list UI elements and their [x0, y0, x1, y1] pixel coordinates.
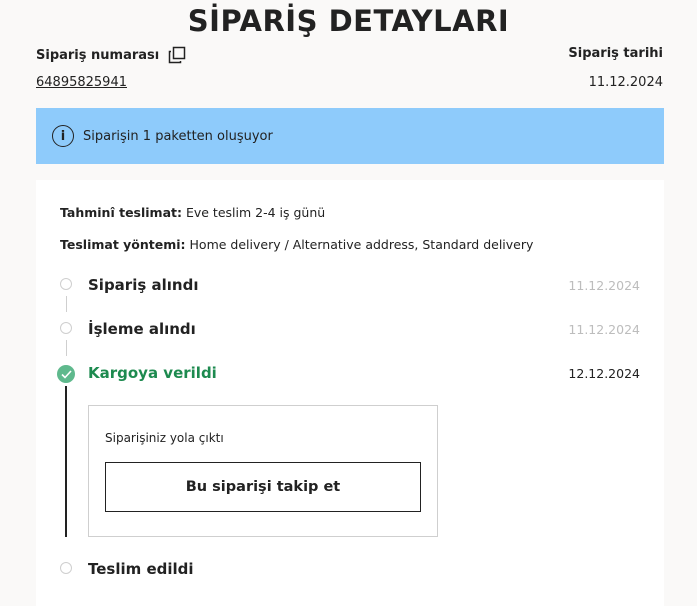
shipment-detail-box: Siparişiniz yola çıktı Bu siparişi takip… [88, 405, 438, 537]
step-connector [65, 340, 67, 356]
order-number-header: Sipariş numarası [36, 46, 186, 64]
step-dot-received [60, 278, 72, 290]
estimated-delivery-value: Eve teslim 2-4 iş günü [182, 205, 326, 220]
page-title: SİPARİŞ DETAYLARI [187, 4, 510, 38]
step-label-shipped: Kargoya verildi [88, 364, 217, 382]
delivery-method-label: Teslimat yöntemi: [60, 237, 186, 252]
step-label-delivered: Teslim edildi [88, 560, 194, 578]
step-connector-active [65, 386, 67, 537]
step-connector [65, 296, 67, 312]
delivery-method: Teslimat yöntemi: Home delivery / Altern… [60, 237, 533, 252]
estimated-delivery: Tahminî teslimat: Eve teslim 2-4 iş günü [60, 205, 325, 220]
track-order-button[interactable]: Bu siparişi takip et [105, 462, 421, 512]
info-banner: i Siparişin 1 paketten oluşuyor [36, 108, 664, 164]
step-label-processing: İşleme alındı [88, 320, 196, 338]
order-tracking-card: Tahminî teslimat: Eve teslim 2-4 iş günü… [36, 180, 664, 606]
step-dot-processing [60, 322, 72, 334]
step-date-processing: 11.12.2024 [568, 322, 640, 337]
step-date-received: 11.12.2024 [568, 278, 640, 293]
step-label-received: Sipariş alındı [88, 276, 199, 294]
delivery-method-value: Home delivery / Alternative address, Sta… [185, 237, 534, 252]
step-dot-delivered [60, 562, 72, 574]
copy-icon[interactable] [168, 46, 186, 64]
estimated-delivery-label: Tahminî teslimat: [60, 205, 182, 220]
check-icon [57, 365, 75, 383]
info-icon: i [52, 125, 74, 147]
step-date-shipped: 12.12.2024 [568, 366, 640, 381]
info-banner-text: Siparişin 1 paketten oluşuyor [83, 128, 273, 144]
order-date-value: 11.12.2024 [588, 75, 663, 90]
shipment-message: Siparişiniz yola çıktı [105, 431, 224, 445]
order-date-label: Sipariş tarihi [568, 46, 663, 61]
order-number-link[interactable]: 64895825941 [36, 75, 127, 90]
order-number-label: Sipariş numarası [36, 47, 160, 63]
